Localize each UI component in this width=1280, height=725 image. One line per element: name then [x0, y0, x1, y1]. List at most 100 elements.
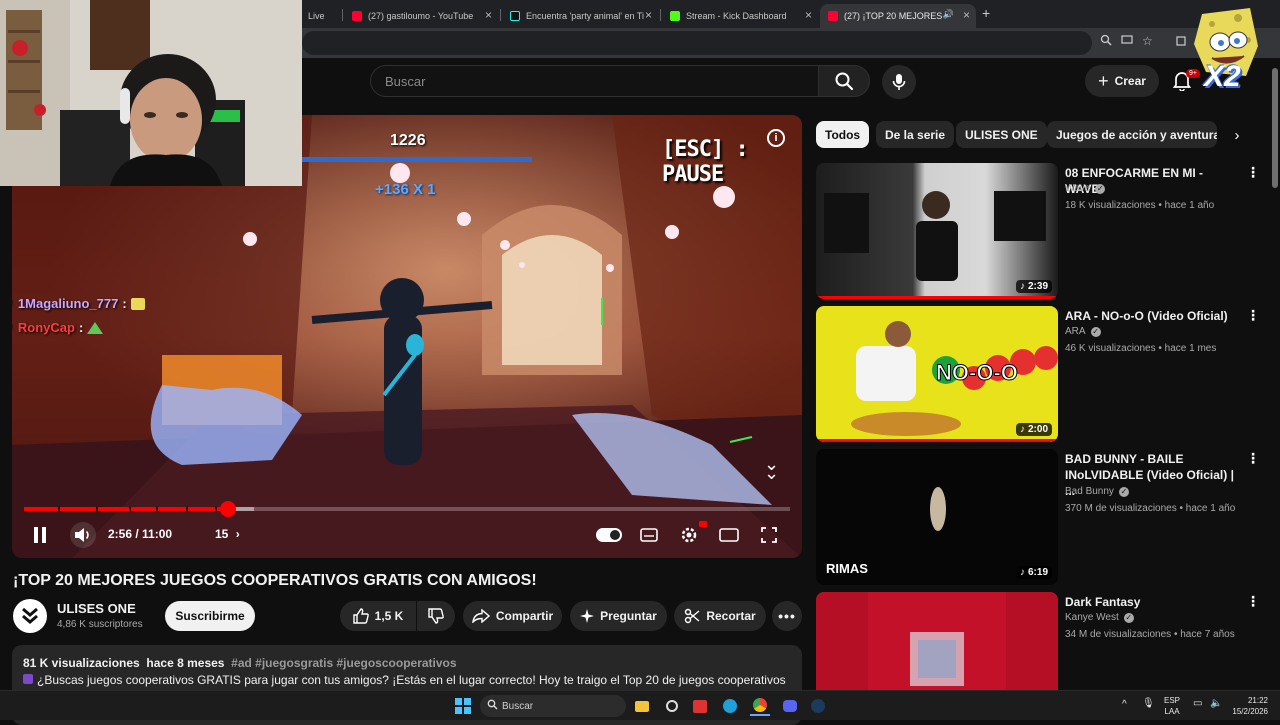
create-label: Crear	[1114, 74, 1146, 88]
steam-icon[interactable]	[808, 696, 828, 716]
discord-icon[interactable]	[780, 696, 800, 716]
chrome-browser-icon[interactable]	[750, 696, 770, 716]
theater-mode-button[interactable]	[719, 525, 739, 545]
windows-start-icon[interactable]	[453, 696, 473, 716]
edge-browser-icon[interactable]	[720, 696, 740, 716]
clip-button[interactable]: Recortar	[674, 601, 766, 631]
chip-ulises-one[interactable]: ULISES ONE	[956, 121, 1047, 148]
pause-button[interactable]	[30, 525, 50, 545]
share-button[interactable]: Compartir	[463, 601, 562, 631]
tab-label: (27) gastiloumo - YouTube	[368, 11, 474, 21]
hashtags[interactable]: #ad #juegosgratis #juegoscooperativos	[231, 656, 456, 670]
recommendation-item[interactable]: ♪ 2:39 08 ENFOCARME EN MI - WAVE Wave ✓ 1…	[816, 163, 1266, 299]
search-button[interactable]	[818, 65, 870, 97]
more-vertical-icon[interactable]: ⋮	[1246, 165, 1260, 179]
tab-tiktok[interactable]: Encuentra 'party animal' en Tik ×	[502, 4, 658, 28]
microphone-icon	[892, 74, 906, 90]
subtitles-icon	[640, 528, 658, 542]
tab-current-video[interactable]: (27) ¡TOP 20 MEJORES JUE 🔊 ×	[820, 4, 976, 28]
progress-scrubber[interactable]	[219, 501, 236, 517]
tab-kick-dashboard[interactable]: Stream - Kick Dashboard ×	[662, 4, 818, 28]
recommendation-item[interactable]: Dark Fantasy Kanye West ✓ 34 M de visual…	[816, 592, 1266, 690]
volume-button[interactable]	[70, 522, 96, 548]
close-tab-icon[interactable]: ×	[805, 8, 812, 22]
tab-label: (27) ¡TOP 20 MEJORES JUE	[844, 11, 944, 21]
network-icon[interactable]: ▭	[1193, 698, 1202, 709]
chip-todos[interactable]: Todos	[816, 121, 870, 148]
taskbar-search-label: Buscar	[502, 700, 534, 712]
chip-juegos-accion[interactable]: Juegos de acción y aventuras	[1047, 121, 1217, 148]
chevron-right-icon[interactable]: ›	[1226, 123, 1248, 147]
zoom-icon[interactable]	[1100, 34, 1112, 49]
clock[interactable]: 21:22 15/2/2026	[1228, 695, 1268, 717]
calendar-app-icon[interactable]	[690, 696, 710, 716]
close-tab-icon[interactable]: ×	[963, 8, 970, 22]
recommendation-channel[interactable]: Wave ✓	[1065, 183, 1106, 194]
scrollbar-thumb[interactable]	[1272, 68, 1278, 188]
language-indicator[interactable]: ESP LAA	[1164, 695, 1180, 717]
recommendation-channel[interactable]: Bad Bunny ✓	[1065, 486, 1129, 497]
taskbar-search[interactable]: Buscar	[480, 695, 626, 717]
tab-live[interactable]: Live	[300, 4, 340, 28]
recommendation-channel[interactable]: ARA ✓	[1065, 326, 1101, 337]
fullscreen-button[interactable]	[759, 525, 779, 545]
show-hidden-icons-icon[interactable]: ^	[1122, 699, 1127, 710]
plus-icon: +	[1098, 71, 1109, 91]
recommendation-channel[interactable]: Kanye West ✓	[1065, 612, 1134, 623]
recommendation-title[interactable]: ARA - NO-o-O (Video Oficial)	[1065, 308, 1235, 324]
video-thumbnail[interactable]: ♪ 2:39	[816, 163, 1058, 299]
more-vertical-icon[interactable]: ⋮	[1246, 451, 1260, 465]
thumbnail-image	[824, 191, 1046, 281]
cast-icon[interactable]	[1121, 34, 1133, 49]
omnibox[interactable]	[302, 31, 1092, 55]
create-button[interactable]: + Crear	[1085, 65, 1159, 97]
file-explorer-icon[interactable]	[632, 696, 652, 716]
autoplay-toggle[interactable]	[596, 528, 622, 542]
chip-de-la-serie[interactable]: De la serie	[876, 121, 955, 148]
search-input[interactable]	[371, 66, 818, 96]
new-tab-button[interactable]: +	[982, 5, 990, 21]
recommendation-item[interactable]: RIMAS ♪ 6:19 BAD BUNNY - BAILE INoLVIDABL…	[816, 449, 1266, 585]
channel-name[interactable]: ULISES ONE	[57, 601, 136, 616]
tab-youtube-channel[interactable]: (27) gastiloumo - YouTube ×	[344, 4, 498, 28]
microphone-tray-icon[interactable]: 🎙	[1142, 698, 1155, 709]
audio-playing-icon[interactable]: 🔊	[943, 9, 954, 20]
extensions-icon[interactable]	[1176, 34, 1188, 49]
tiktok-favicon-icon	[510, 11, 520, 21]
channel-avatar[interactable]	[13, 599, 47, 633]
video-thumbnail[interactable]	[816, 592, 1058, 690]
tab-label: Live	[308, 11, 325, 21]
video-thumbnail[interactable]: RIMAS ♪ 6:19	[816, 449, 1058, 585]
chip-label: Juegos de acción y aventuras	[1056, 127, 1217, 142]
ask-button[interactable]: Preguntar	[570, 601, 667, 631]
more-actions-button[interactable]: •••	[772, 601, 802, 631]
page-scrollbar[interactable]	[1270, 58, 1280, 690]
voice-search-button[interactable]	[882, 65, 916, 99]
settings-button[interactable]	[679, 521, 707, 545]
chapter-button[interactable]: 15 ›	[215, 527, 240, 541]
close-tab-icon[interactable]: ×	[645, 8, 652, 22]
subtitles-button[interactable]	[639, 525, 659, 545]
youtube-favicon-icon	[828, 11, 838, 21]
volume-tray-icon[interactable]: 🔈	[1210, 698, 1222, 709]
progress-bar[interactable]	[24, 507, 790, 511]
channel-name: Wave	[1065, 183, 1091, 194]
recommendation-item[interactable]: NO-O-O ♪ 2:00 ARA - NO-o-O (Video Oficial…	[816, 306, 1266, 442]
bookmark-star-icon[interactable]: ☆	[1142, 34, 1153, 48]
subscribe-button[interactable]: Suscribirme	[165, 601, 255, 631]
ask-label: Preguntar	[600, 609, 657, 623]
close-tab-icon[interactable]: ×	[485, 8, 492, 22]
more-vertical-icon[interactable]: ⋮	[1246, 308, 1260, 322]
chat-message: ▼ RonyCap :	[12, 320, 104, 335]
copilot-icon[interactable]	[662, 696, 682, 716]
like-button[interactable]: 1,5 K	[340, 601, 416, 631]
info-icon[interactable]: i	[767, 129, 785, 147]
more-vertical-icon[interactable]: ⋮	[1246, 594, 1260, 608]
recommendation-title[interactable]: Dark Fantasy	[1065, 594, 1235, 610]
scissors-icon	[685, 608, 700, 624]
dislike-button[interactable]	[417, 601, 455, 631]
more-horizontal-icon: •••	[778, 608, 796, 624]
tab-separator	[342, 9, 343, 21]
video-thumbnail[interactable]: NO-O-O ♪ 2:00	[816, 306, 1058, 442]
thumbnail-image	[816, 592, 1058, 690]
